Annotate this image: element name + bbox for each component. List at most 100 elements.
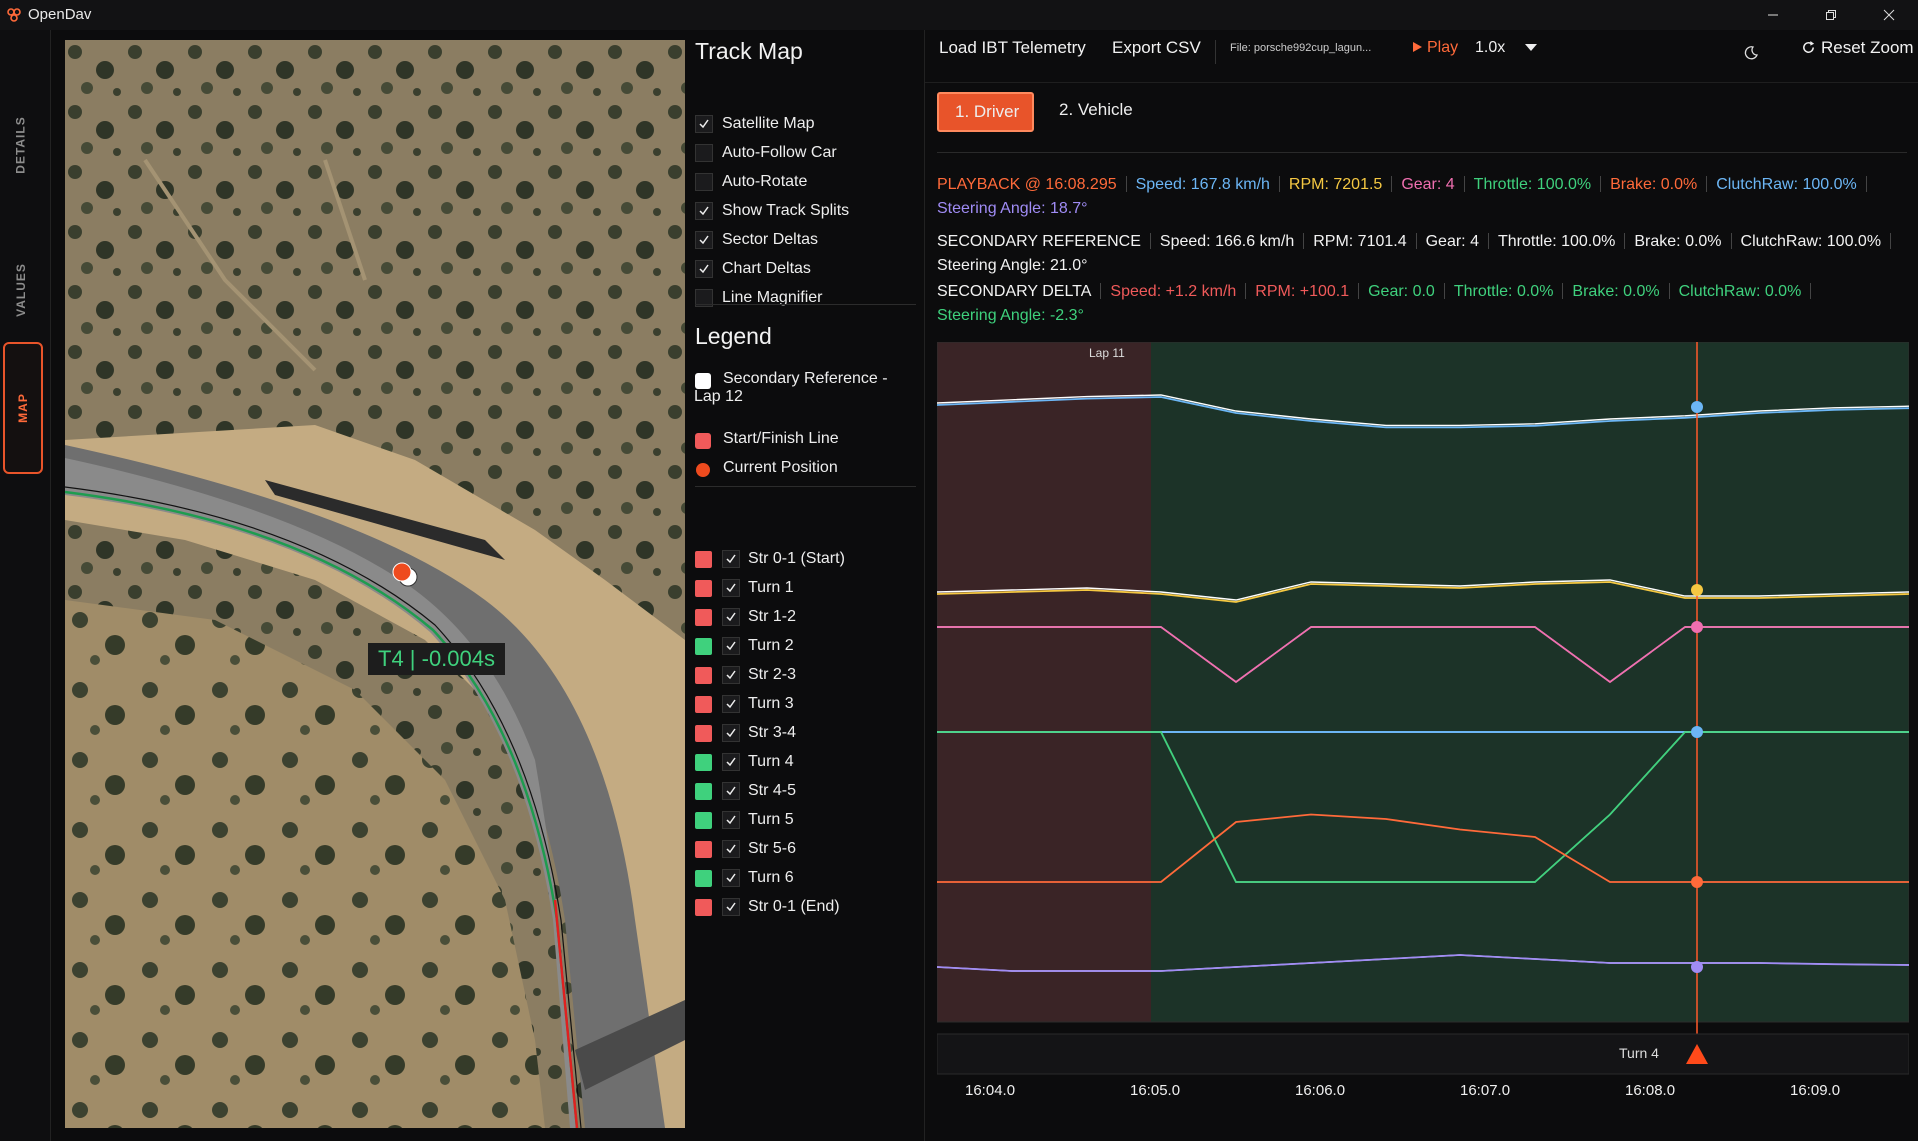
- side-navigation: DETAILS VALUES MAP: [0, 30, 51, 1141]
- reset-zoom-button[interactable]: Reset Zoom: [1801, 38, 1914, 58]
- checkbox[interactable]: [695, 115, 713, 133]
- split-color-swatch: [695, 724, 712, 742]
- restore-button[interactable]: [1802, 0, 1860, 30]
- refresh-icon: [1803, 40, 1815, 53]
- minimize-button[interactable]: [1744, 0, 1802, 30]
- checkbox[interactable]: [695, 202, 713, 220]
- play-icon: [1413, 42, 1422, 52]
- split-label: Str 5-6: [748, 840, 797, 857]
- divider: [1562, 283, 1564, 299]
- option-satellite-map[interactable]: Satellite Map: [695, 113, 815, 135]
- option-sector-deltas[interactable]: Sector Deltas: [695, 229, 818, 251]
- split-item[interactable]: Turn 2: [695, 635, 794, 657]
- split-label: Str 2-3: [748, 666, 797, 683]
- satellite-map[interactable]: T4 | -0.004s: [65, 40, 685, 1128]
- x-tick-label: 16:04.0: [965, 1082, 1016, 1099]
- checkbox[interactable]: [722, 550, 740, 568]
- split-color-swatch: [695, 550, 712, 568]
- legend-item: Secondary Reference - Lap 12: [694, 370, 888, 406]
- tab-vehicle[interactable]: 2. Vehicle: [1043, 92, 1149, 132]
- checkbox[interactable]: [722, 666, 740, 684]
- checkbox[interactable]: [722, 637, 740, 655]
- export-csv-button[interactable]: Export CSV: [1112, 38, 1201, 58]
- checkbox[interactable]: [695, 260, 713, 278]
- option-label: Auto-Follow Car: [722, 144, 837, 161]
- divider: [1706, 176, 1708, 192]
- telemetry-chart[interactable]: Lap 11 Turn 4: [937, 342, 1909, 1094]
- cursor-point: [1691, 621, 1703, 633]
- option-show-track-splits[interactable]: Show Track Splits: [695, 200, 849, 222]
- divider: [1278, 176, 1280, 192]
- checkbox[interactable]: [722, 840, 740, 858]
- checkbox[interactable]: [722, 811, 740, 829]
- play-button[interactable]: Play: [1411, 39, 1458, 57]
- checkbox[interactable]: [722, 782, 740, 800]
- theme-toggle-icon[interactable]: [1743, 45, 1759, 61]
- checkmark-icon: [726, 554, 736, 564]
- checkbox[interactable]: [695, 144, 713, 162]
- lap-label: Lap 11: [1089, 346, 1125, 360]
- play-label: Play: [1427, 39, 1459, 56]
- split-item[interactable]: Turn 1: [695, 577, 794, 599]
- checkmark-icon: [699, 264, 709, 274]
- checkbox[interactable]: [695, 231, 713, 249]
- tab-driver[interactable]: 1. Driver: [937, 92, 1034, 132]
- divider: [1215, 40, 1216, 64]
- split-item[interactable]: Turn 6: [695, 867, 794, 889]
- readout-value: ClutchRaw: 100.0%: [1716, 176, 1857, 193]
- playback-speed-select[interactable]: 1.0x: [1475, 39, 1538, 57]
- checkbox[interactable]: [722, 724, 740, 742]
- checkmark-icon: [726, 873, 736, 883]
- split-color-swatch: [695, 579, 712, 597]
- split-color-swatch: [695, 840, 712, 858]
- checkbox[interactable]: [722, 898, 740, 916]
- load-ibt-button[interactable]: Load IBT Telemetry: [939, 38, 1086, 58]
- split-item[interactable]: Str 2-3: [695, 664, 796, 686]
- split-item[interactable]: Turn 4: [695, 751, 794, 773]
- tab-details[interactable]: DETAILS: [3, 80, 39, 210]
- divider: [1624, 233, 1626, 249]
- readout-value: Steering Angle: -2.3°: [937, 307, 1084, 324]
- split-item[interactable]: Str 3-4: [695, 722, 796, 744]
- tab-map[interactable]: MAP: [3, 342, 43, 474]
- option-auto-follow-car[interactable]: Auto-Follow Car: [695, 142, 837, 164]
- readout-value: PLAYBACK @ 16:08.295: [937, 176, 1117, 193]
- option-line-magnifier[interactable]: Line Magnifier: [695, 287, 823, 309]
- cursor-point: [1691, 584, 1703, 596]
- divider: [1443, 283, 1445, 299]
- split-item[interactable]: Turn 5: [695, 809, 794, 831]
- checkbox[interactable]: [722, 695, 740, 713]
- checkbox[interactable]: [722, 753, 740, 771]
- delta-readout: SECONDARY DELTA Speed: +1.2 km/h RPM: +100…: [937, 280, 1912, 328]
- checkbox[interactable]: [695, 173, 713, 191]
- checkbox[interactable]: [722, 579, 740, 597]
- divider: [1358, 283, 1360, 299]
- readout-value: Brake: 0.0%: [1610, 176, 1698, 193]
- split-item[interactable]: Turn 3: [695, 693, 794, 715]
- split-item[interactable]: Str 5-6: [695, 838, 796, 860]
- readout-value: RPM: +100.1: [1255, 283, 1350, 300]
- split-label: Str 0-1 (Start): [748, 550, 845, 567]
- close-button[interactable]: [1860, 0, 1918, 30]
- tab-values[interactable]: VALUES: [3, 225, 39, 355]
- split-item[interactable]: Str 4-5: [695, 780, 796, 802]
- checkmark-icon: [726, 612, 736, 622]
- cursor-point: [1691, 961, 1703, 973]
- checkbox[interactable]: [722, 869, 740, 887]
- readout-value: Gear: 0.0: [1368, 283, 1435, 300]
- split-item[interactable]: Str 0-1 (End): [695, 896, 840, 918]
- split-color-swatch: [695, 782, 712, 800]
- checkbox[interactable]: [722, 608, 740, 626]
- option-auto-rotate[interactable]: Auto-Rotate: [695, 171, 807, 193]
- option-label: Satellite Map: [722, 115, 815, 132]
- option-chart-deltas[interactable]: Chart Deltas: [695, 258, 811, 280]
- split-item[interactable]: Str 0-1 (Start): [695, 548, 845, 570]
- split-item[interactable]: Str 1-2: [695, 606, 796, 628]
- playback-readout: PLAYBACK @ 16:08.295 Speed: 167.8 km/h RPM…: [937, 173, 1912, 221]
- split-label: Turn 6: [748, 869, 794, 886]
- readout-value: SECONDARY REFERENCE: [937, 233, 1141, 250]
- readout-value: Speed: 166.6 km/h: [1159, 233, 1295, 250]
- split-color-swatch: [695, 811, 712, 829]
- split-delta-label: T4 | -0.004s: [368, 643, 505, 675]
- readout-value: SECONDARY DELTA: [937, 283, 1092, 300]
